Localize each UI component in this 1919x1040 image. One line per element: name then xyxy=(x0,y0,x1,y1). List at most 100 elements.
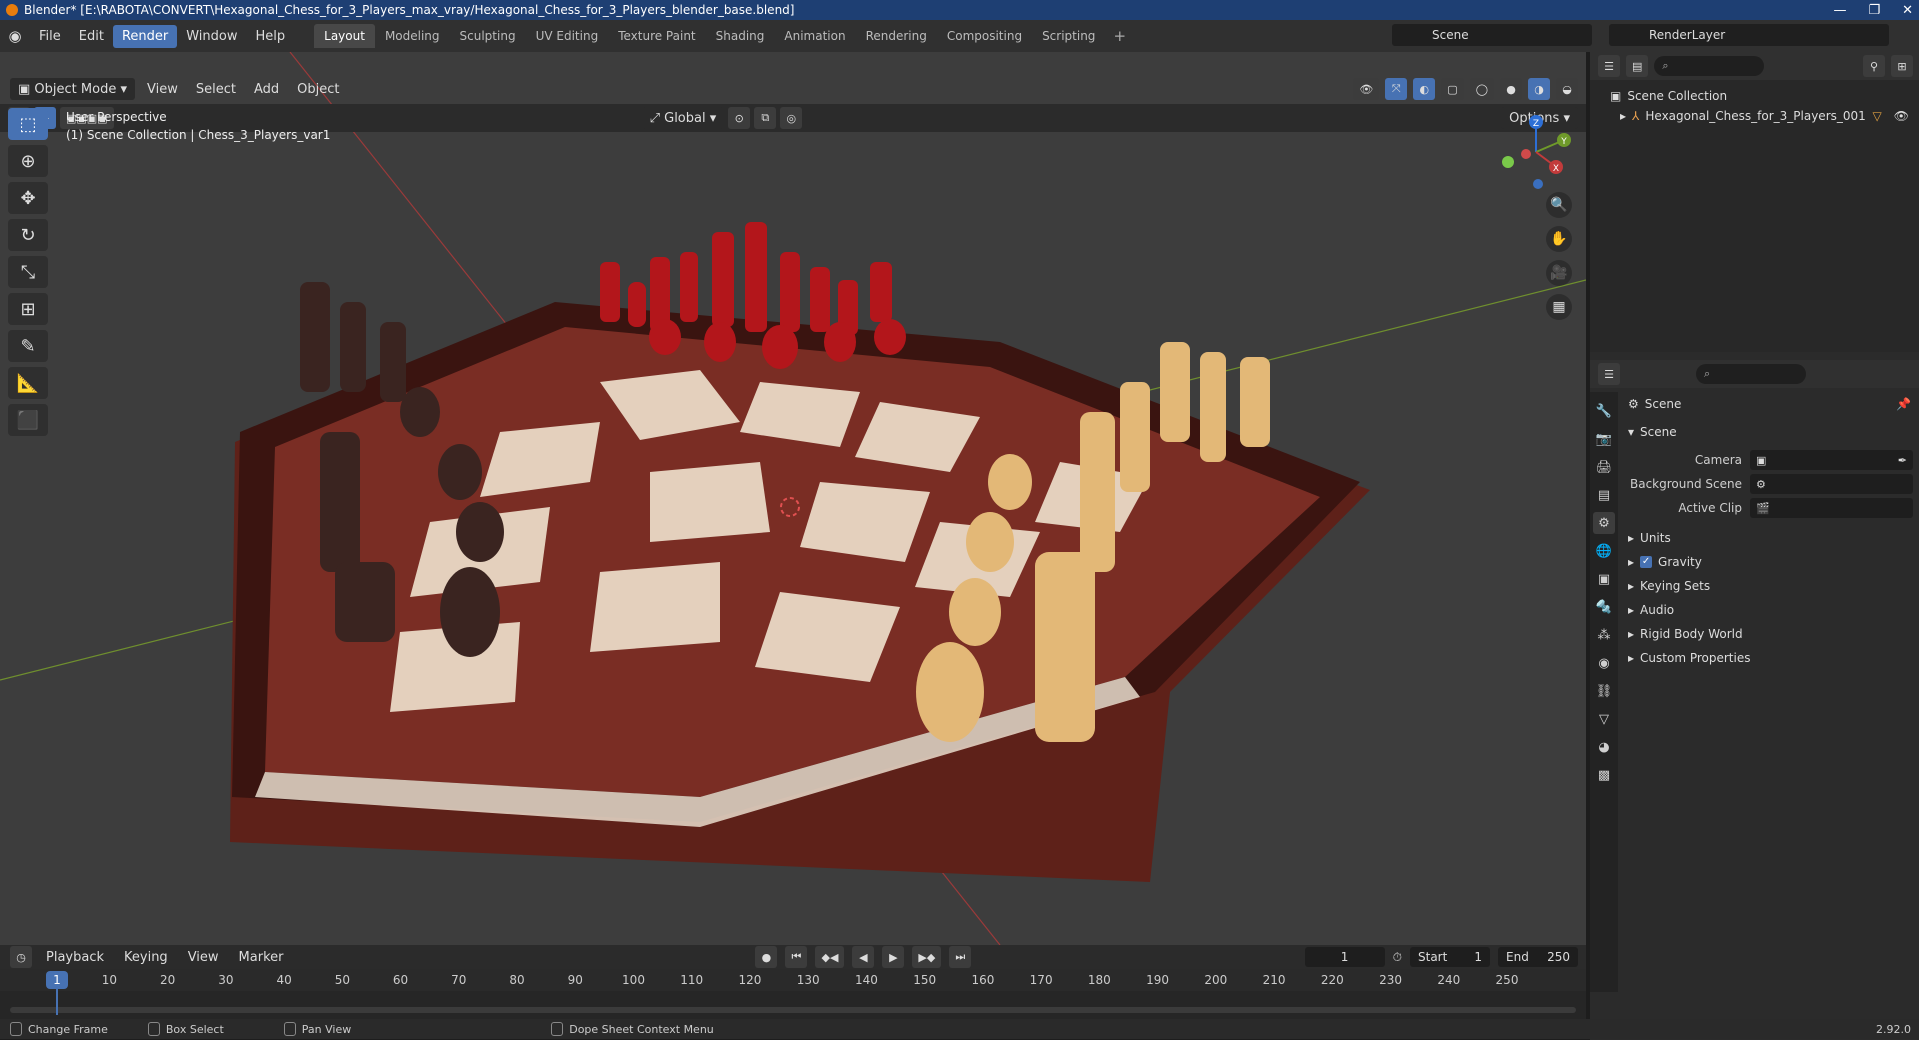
timeline-menu-playback[interactable]: Playback xyxy=(40,950,110,965)
render-tab-icon[interactable]: 📷 xyxy=(1593,428,1615,450)
expand-arrow-icon[interactable]: ▸ xyxy=(1620,109,1626,123)
proportional-edit-icon[interactable]: ◎ xyxy=(780,107,803,129)
close-button[interactable]: ✕ xyxy=(1902,3,1913,18)
keying-sets-panel[interactable]: ▸ Keying Sets xyxy=(1620,574,1919,598)
tab-animation[interactable]: Animation xyxy=(774,24,855,48)
audio-panel[interactable]: ▸ Audio xyxy=(1620,598,1919,622)
cursor-tool-icon[interactable]: ⊕ xyxy=(8,145,48,177)
tab-compositing[interactable]: Compositing xyxy=(937,24,1032,48)
timeline-menu-keying[interactable]: Keying xyxy=(118,950,174,965)
viewport-menu-add[interactable]: Add xyxy=(248,82,285,97)
background-scene-field[interactable]: ⚙ xyxy=(1750,474,1913,494)
timeline-ruler[interactable]: 10 20 30 40 50 60 70 80 90 100 110 120 130 140 150 160 1… xyxy=(0,969,1586,991)
units-panel[interactable]: ▸ Units xyxy=(1620,526,1919,550)
eyedropper-icon[interactable]: ✒ xyxy=(1898,454,1907,467)
shading-material-icon[interactable]: ◑ xyxy=(1528,78,1550,100)
rotate-tool-icon[interactable]: ↻ xyxy=(8,219,48,251)
outliner-row-scene-collection[interactable]: ▣ Scene Collection xyxy=(1590,86,1919,106)
data-tab-icon[interactable]: ▽ xyxy=(1593,708,1615,730)
minimize-button[interactable]: — xyxy=(1833,3,1846,18)
eye-visibility-icon[interactable]: 👁 xyxy=(1894,109,1909,123)
transform-orientation-dropdown[interactable]: ⤢ Global ▾ xyxy=(641,107,725,129)
tab-sculpting[interactable]: Sculpting xyxy=(450,24,526,48)
properties-search-input[interactable]: ⌕ xyxy=(1696,364,1806,384)
record-icon[interactable]: ● xyxy=(755,946,778,968)
object-tab-icon[interactable]: ▣ xyxy=(1593,568,1615,590)
tab-modeling[interactable]: Modeling xyxy=(375,24,450,48)
zoom-icon[interactable]: 🔍 xyxy=(1546,192,1572,218)
new-collection-icon[interactable]: ⊞ xyxy=(1891,55,1913,77)
camera-field[interactable]: ▣ ✒ xyxy=(1750,450,1913,470)
texture-tab-icon[interactable]: ▩ xyxy=(1593,764,1615,786)
outliner-row-object[interactable]: ▸ ⅄ Hexagonal_Chess_for_3_Players_001 ▽ … xyxy=(1590,106,1919,126)
3d-viewport[interactable]: ⊞ ➤ ▣▣▣▣ ⤢ Global ▾ ⊙ ⧉ ◎ Options ▾ ▣ Ob… xyxy=(0,52,1586,945)
scene-tab-icon[interactable]: ⚙ xyxy=(1593,512,1615,534)
timeline-editor-type-icon[interactable]: ◷ xyxy=(10,946,32,968)
maximize-button[interactable]: ❐ xyxy=(1868,3,1880,18)
grid-view-icon[interactable]: ▦ xyxy=(1546,294,1572,320)
xray-toggle-icon[interactable]: ▢ xyxy=(1441,78,1464,100)
clock-icon[interactable]: ⏱ xyxy=(1393,950,1402,965)
menu-edit[interactable]: Edit xyxy=(70,25,113,48)
tab-layout[interactable]: Layout xyxy=(314,24,375,48)
select-box-tool-icon[interactable]: ⬚ xyxy=(8,108,48,140)
scene-selector[interactable]: Scene xyxy=(1392,24,1592,46)
shading-solid-icon[interactable]: ● xyxy=(1500,78,1522,100)
display-mode-icon[interactable]: ▤ xyxy=(1626,55,1649,77)
outliner-search-input[interactable]: ⌕ xyxy=(1654,56,1765,76)
menu-file[interactable]: File xyxy=(30,25,70,48)
world-tab-icon[interactable]: 🌐 xyxy=(1593,540,1615,562)
gravity-checkbox[interactable]: ✓ xyxy=(1640,556,1653,568)
shading-rendered-icon[interactable]: ◒ xyxy=(1556,78,1578,100)
current-frame-field[interactable]: 1 xyxy=(1304,947,1385,967)
particles-tab-icon[interactable]: ⁂ xyxy=(1593,624,1615,646)
menu-window[interactable]: Window xyxy=(177,25,246,48)
tab-rendering[interactable]: Rendering xyxy=(856,24,937,48)
pan-hand-icon[interactable]: ✋ xyxy=(1546,226,1572,252)
active-clip-field[interactable]: 🎬 xyxy=(1750,498,1913,518)
camera-view-icon[interactable]: 🎥 xyxy=(1546,260,1572,286)
scale-tool-icon[interactable]: ⤡ xyxy=(8,256,48,288)
add-workspace-button[interactable]: + xyxy=(1105,27,1134,45)
shading-wireframe-icon[interactable]: ◯ xyxy=(1469,78,1494,100)
filter-icon[interactable]: ⚲ xyxy=(1863,55,1885,77)
jump-keyframe-forward-icon[interactable]: ▶◆ xyxy=(912,946,942,968)
jump-start-icon[interactable]: ⏮ xyxy=(785,946,808,968)
menu-render[interactable]: Render xyxy=(112,24,178,48)
play-reverse-icon[interactable]: ◀ xyxy=(852,946,875,968)
timeline-body[interactable]: 10 20 30 40 50 60 70 80 90 100 110 120 130 140 150 160 1… xyxy=(0,969,1586,1019)
pivot-point-button[interactable]: ⊙ xyxy=(728,107,751,129)
measure-tool-icon[interactable]: 📐 xyxy=(8,367,48,399)
rigid-body-world-panel[interactable]: ▸ Rigid Body World xyxy=(1620,622,1919,646)
physics-tab-icon[interactable]: ◉ xyxy=(1593,652,1615,674)
visibility-icon[interactable]: 👁 xyxy=(1353,78,1380,100)
renderlayer-selector[interactable]: RenderLayer xyxy=(1609,24,1889,46)
jump-end-icon[interactable]: ⏭ xyxy=(949,946,972,968)
transform-tool-icon[interactable]: ⊞ xyxy=(8,293,48,325)
tab-shading[interactable]: Shading xyxy=(706,24,775,48)
pin-icon[interactable]: 📌 xyxy=(1896,397,1911,411)
view-layer-tab-icon[interactable]: ▤ xyxy=(1593,484,1615,506)
overlay-toggle-icon[interactable]: ◐ xyxy=(1413,78,1436,100)
play-icon[interactable]: ▶ xyxy=(882,946,905,968)
add-cube-tool-icon[interactable]: ⬛ xyxy=(8,404,48,436)
modifier-tab-icon[interactable]: 🔩 xyxy=(1593,596,1615,618)
jump-keyframe-back-icon[interactable]: ◆◀ xyxy=(815,946,845,968)
annotate-tool-icon[interactable]: ✎ xyxy=(8,330,48,362)
gravity-panel[interactable]: ▸ ✓ Gravity xyxy=(1620,550,1919,574)
move-tool-icon[interactable]: ✥ xyxy=(8,182,48,214)
viewport-menu-view[interactable]: View xyxy=(141,82,184,97)
tab-texture-paint[interactable]: Texture Paint xyxy=(608,24,705,48)
material-tab-icon[interactable]: ◕ xyxy=(1593,736,1615,758)
output-tab-icon[interactable]: 🖨 xyxy=(1593,456,1615,478)
custom-properties-panel[interactable]: ▸ Custom Properties xyxy=(1620,646,1919,670)
tab-scripting[interactable]: Scripting xyxy=(1032,24,1105,48)
blender-menu-icon[interactable]: ◉ xyxy=(0,27,30,45)
tool-tab-icon[interactable]: 🔧 xyxy=(1593,400,1615,422)
scene-panel-header[interactable]: ▾ Scene xyxy=(1620,420,1919,444)
menu-help[interactable]: Help xyxy=(247,25,295,48)
snap-icon[interactable]: ⧉ xyxy=(754,107,777,129)
viewport-menu-object[interactable]: Object xyxy=(291,82,345,97)
end-frame-field[interactable]: End 250 xyxy=(1498,947,1578,967)
gizmo-toggle-icon[interactable]: ⤧ xyxy=(1385,78,1408,100)
